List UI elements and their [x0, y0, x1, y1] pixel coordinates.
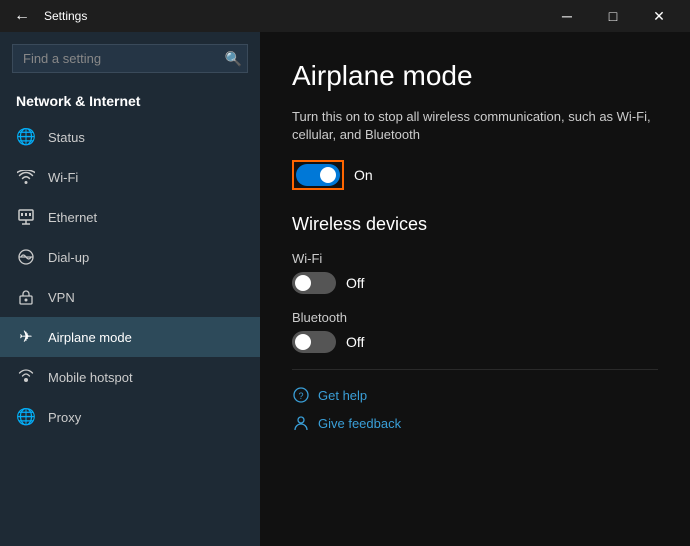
status-icon: 🌐 [16, 127, 36, 147]
airplane-mode-toggle-row: On [292, 160, 658, 190]
search-input[interactable] [12, 44, 248, 73]
bluetooth-toggle-row: Off [292, 331, 658, 353]
svg-text:?: ? [298, 391, 303, 401]
airplane-mode-label: On [354, 167, 373, 183]
wifi-device-item: Wi-Fi Off [292, 251, 658, 294]
title-bar: ← Settings ─ □ ✕ [0, 0, 690, 32]
airplane-icon: ✈ [16, 327, 36, 347]
search-icon[interactable]: 🔍 [225, 50, 242, 67]
bluetooth-device-name: Bluetooth [292, 310, 658, 325]
sidebar-item-vpn[interactable]: VPN [0, 277, 260, 317]
bluetooth-device-item: Bluetooth Off [292, 310, 658, 353]
sidebar-item-label: Proxy [48, 410, 81, 425]
app-title: Settings [44, 9, 87, 23]
sidebar-item-label: Dial-up [48, 250, 89, 265]
page-title: Airplane mode [292, 60, 658, 92]
feedback-icon [292, 414, 310, 432]
wifi-toggle[interactable] [292, 272, 336, 294]
airplane-mode-toggle[interactable] [296, 164, 340, 186]
sidebar-item-ethernet[interactable]: Ethernet [0, 197, 260, 237]
window-controls: ─ □ ✕ [544, 0, 682, 32]
sidebar-item-label: Wi-Fi [48, 170, 78, 185]
main-content: Airplane mode Turn this on to stop all w… [260, 32, 690, 546]
get-help-icon: ? [292, 386, 310, 404]
give-feedback-link[interactable]: Give feedback [292, 414, 658, 432]
maximize-button[interactable]: □ [590, 0, 636, 32]
back-button[interactable]: ← [8, 2, 36, 30]
sidebar-item-airplane[interactable]: ✈ Airplane mode [0, 317, 260, 357]
sidebar-item-label: Airplane mode [48, 330, 132, 345]
divider [292, 369, 658, 370]
sidebar: 🔍 Network & Internet 🌐 Status Wi-Fi [0, 32, 260, 546]
sidebar-item-label: Status [48, 130, 85, 145]
toggle-knob [320, 167, 336, 183]
bluetooth-toggle[interactable] [292, 331, 336, 353]
wifi-toggle-row: Off [292, 272, 658, 294]
wifi-toggle-label: Off [346, 275, 364, 291]
close-button[interactable]: ✕ [636, 0, 682, 32]
wireless-section-title: Wireless devices [292, 214, 658, 235]
get-help-label: Get help [318, 388, 367, 403]
airplane-description: Turn this on to stop all wireless commun… [292, 108, 658, 144]
get-help-link[interactable]: ? Get help [292, 386, 658, 404]
help-section: ? Get help Give feedback [292, 386, 658, 432]
give-feedback-label: Give feedback [318, 416, 401, 431]
sidebar-item-status[interactable]: 🌐 Status [0, 117, 260, 157]
sidebar-section-title: Network & Internet [0, 85, 260, 117]
sidebar-item-label: Ethernet [48, 210, 97, 225]
proxy-icon: 🌐 [16, 407, 36, 427]
minimize-button[interactable]: ─ [544, 0, 590, 32]
sidebar-item-label: VPN [48, 290, 75, 305]
search-container: 🔍 [12, 44, 248, 73]
ethernet-icon [16, 207, 36, 227]
vpn-icon [16, 287, 36, 307]
sidebar-item-wifi[interactable]: Wi-Fi [0, 157, 260, 197]
sidebar-item-dialup[interactable]: Dial-up [0, 237, 260, 277]
dialup-icon [16, 247, 36, 267]
bluetooth-toggle-knob [295, 334, 311, 350]
bluetooth-toggle-label: Off [346, 334, 364, 350]
sidebar-item-hotspot[interactable]: Mobile hotspot [0, 357, 260, 397]
airplane-toggle-highlight [292, 160, 344, 190]
wifi-toggle-knob [295, 275, 311, 291]
hotspot-icon [16, 367, 36, 387]
app-body: 🔍 Network & Internet 🌐 Status Wi-Fi [0, 32, 690, 546]
sidebar-item-proxy[interactable]: 🌐 Proxy [0, 397, 260, 437]
wifi-icon [16, 167, 36, 187]
wifi-device-name: Wi-Fi [292, 251, 658, 266]
sidebar-item-label: Mobile hotspot [48, 370, 133, 385]
